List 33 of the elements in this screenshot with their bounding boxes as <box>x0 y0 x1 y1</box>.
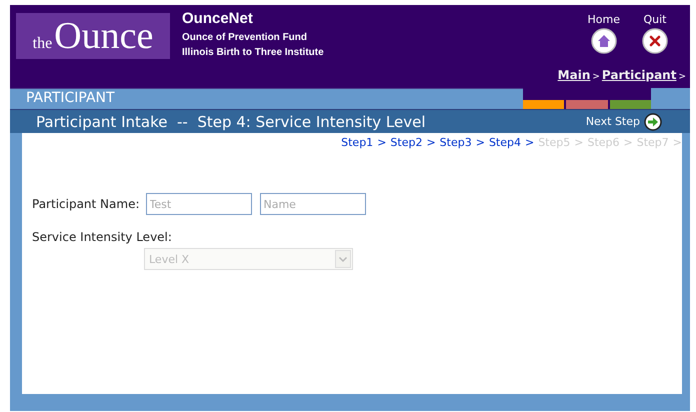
step-separator: > <box>624 136 633 149</box>
step-separator: > <box>426 136 436 149</box>
color-tab[interactable] <box>523 100 564 109</box>
breadcrumb-link[interactable]: Participant <box>602 68 676 82</box>
arrow-right-icon <box>644 112 662 130</box>
logo: the Ounce <box>16 13 170 59</box>
step-link[interactable]: Step3 <box>440 136 472 149</box>
breadcrumb-link[interactable]: Main <box>558 68 590 82</box>
home-button[interactable]: Home <box>588 13 620 54</box>
next-step-button[interactable]: Next Step <box>586 112 662 130</box>
close-icon <box>642 28 668 54</box>
field-label: Participant Name: <box>32 197 140 211</box>
color-tab[interactable] <box>610 100 651 109</box>
page-title: Participant Intake -- Step 4: Service Intensity Level <box>36 112 426 130</box>
step-separator: > <box>574 136 584 149</box>
color-tab[interactable] <box>566 100 608 109</box>
breadcrumb-separator: > <box>592 72 600 82</box>
step-separator: > <box>672 136 682 149</box>
section-bar-end <box>651 88 690 109</box>
field-label: Service Intensity Level: <box>32 230 173 244</box>
step-link[interactable]: Step4 <box>488 136 521 149</box>
quit-button[interactable]: Quit <box>642 13 668 54</box>
step-separator: > <box>476 136 485 149</box>
step-separator: > <box>377 136 386 149</box>
step-link[interactable]: Step2 <box>390 136 422 149</box>
section-title: PARTICIPANT <box>26 90 115 106</box>
organization-name: Ounce of Prevention Fund <box>182 31 308 45</box>
breadcrumb-separator: > <box>678 72 686 82</box>
organization-name: Illinois Birth to Three Institute <box>182 46 324 60</box>
app-name: OunceNet <box>182 10 254 27</box>
home-icon <box>590 28 617 54</box>
step-separator: > <box>524 136 534 149</box>
step-link[interactable]: Step1 <box>341 136 374 149</box>
